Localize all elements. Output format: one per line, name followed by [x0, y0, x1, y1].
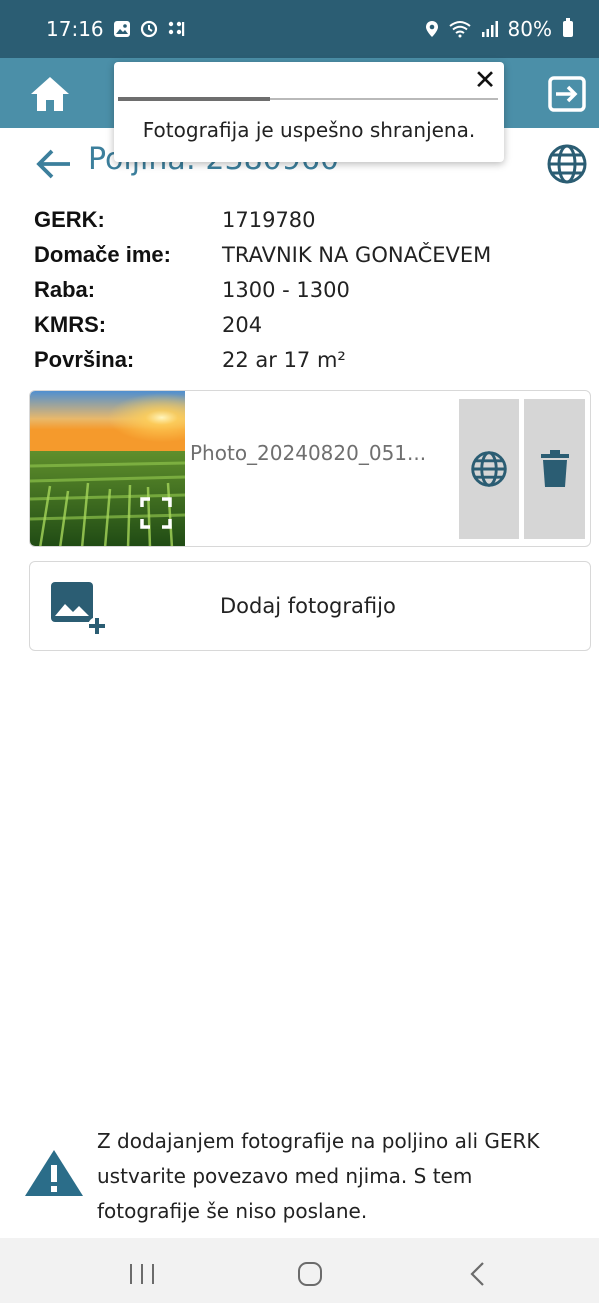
detail-row-gerk: GERK: 1719780 — [34, 202, 574, 237]
back-chevron-icon[interactable] — [466, 1260, 490, 1288]
gallery-icon — [113, 21, 130, 37]
status-right: 80% — [425, 17, 573, 41]
detail-row-name: Domače ime: TRAVNIK NA GONAČEVEM — [34, 237, 574, 272]
warning-icon — [25, 1150, 83, 1196]
grid-dots-icon — [168, 21, 184, 36]
detail-row-raba: Raba: 1300 - 1300 — [34, 272, 574, 307]
detail-value: 1300 - 1300 — [222, 277, 350, 302]
battery-percent: 80% — [507, 17, 552, 41]
globe-icon — [471, 451, 507, 487]
exit-icon[interactable] — [546, 74, 588, 114]
toast-progress-fill — [118, 97, 270, 101]
toast-progress-track — [118, 97, 498, 101]
back-arrow-icon[interactable] — [34, 146, 74, 182]
detail-row-kmrs: KMRS: 204 — [34, 307, 574, 342]
detail-label: KMRS: — [34, 311, 107, 337]
recents-icon[interactable] — [127, 1262, 157, 1286]
photo-delete-button[interactable] — [524, 399, 585, 539]
wifi-icon — [448, 21, 471, 38]
status-time: 17:16 — [46, 17, 104, 41]
home-circle-icon[interactable] — [296, 1260, 324, 1288]
toast-message: Fotografija je uspešno shranjena. — [142, 118, 476, 142]
battery-icon — [563, 18, 573, 37]
detail-value: 22 ar 17 m² — [222, 347, 346, 372]
toast-close-button[interactable]: ✕ — [470, 66, 500, 96]
add-photo-icon — [51, 582, 105, 634]
toast-notification: ✕ Fotografija je uspešno shranjena. — [114, 62, 504, 162]
add-photo-label: Dodaj fotografijo — [220, 594, 396, 618]
status-left: 17:16 — [46, 17, 185, 41]
detail-label: GERK: — [34, 206, 105, 232]
detail-label: Površina: — [34, 346, 135, 372]
signal-icon — [481, 21, 498, 37]
location-icon — [425, 21, 438, 37]
photo-card: Photo_20240820_051... — [29, 390, 591, 547]
trash-icon — [540, 450, 569, 487]
photo-location-button[interactable] — [459, 399, 519, 539]
globe-icon[interactable] — [546, 143, 588, 185]
status-bar: 17:16 80% — [0, 0, 599, 58]
detail-value: TRAVNIK NA GONAČEVEM — [222, 242, 492, 267]
sync-icon — [140, 20, 157, 38]
add-photo-button[interactable]: Dodaj fotografijo — [29, 561, 591, 651]
photo-filename: Photo_20240820_051... — [190, 441, 427, 465]
home-icon[interactable] — [28, 74, 72, 114]
detail-row-area: Površina: 22 ar 17 m² — [34, 342, 574, 377]
detail-value: 204 — [222, 312, 263, 337]
detail-value: 1719780 — [222, 207, 316, 232]
system-nav-bar — [0, 1238, 599, 1303]
detail-label: Raba: — [34, 276, 96, 302]
parcel-details: GERK: 1719780 Domače ime: TRAVNIK NA GON… — [34, 202, 574, 377]
warning-text: Z dodajanjem fotografije na poljino ali … — [97, 1129, 540, 1223]
detail-label: Domače ime: — [34, 241, 171, 267]
photo-thumbnail[interactable] — [30, 391, 185, 547]
